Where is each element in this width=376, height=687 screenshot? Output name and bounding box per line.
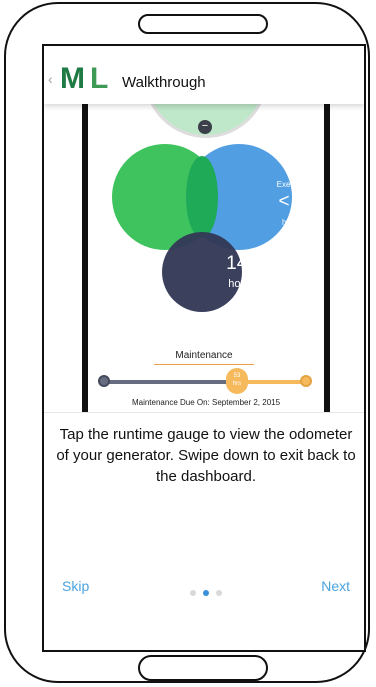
exercise-value: < 1	[278, 191, 306, 212]
page-title: Walkthrough	[122, 74, 206, 91]
track-end-icon	[300, 375, 312, 387]
logo-m: M	[60, 62, 85, 95]
marker-value: 53	[233, 373, 241, 379]
exercise-label: Exercise	[276, 180, 308, 189]
preview-screen: − Backup Power 147 hours Exercise < 1 ho…	[88, 104, 324, 412]
total-value: 147	[226, 253, 258, 274]
total-unit: hours	[228, 278, 256, 290]
maintenance-marker: 53 hrs	[226, 368, 248, 394]
walkthrough-preview: − Backup Power 147 hours Exercise < 1 ho…	[82, 104, 330, 412]
phone-speaker	[138, 14, 268, 34]
minus-icon: −	[198, 120, 212, 134]
page-dot-1[interactable]	[190, 590, 196, 596]
page-dot-2[interactable]	[203, 590, 209, 596]
total-hours-circle: 147 hours	[162, 232, 258, 312]
divider	[44, 412, 364, 413]
next-button[interactable]: Next	[321, 578, 350, 594]
exercise-unit: hours	[281, 218, 302, 227]
screen: ‹ M L Walkthrough − Backup Power 147 hou…	[42, 44, 366, 652]
marker-unit: hrs	[232, 381, 242, 387]
walkthrough-instructions: Tap the runtime gauge to view the odomet…	[56, 426, 356, 485]
app-bar: ‹ M L Walkthrough	[44, 46, 364, 104]
phone-frame: ‹ M L Walkthrough − Backup Power 147 hou…	[4, 2, 370, 683]
skip-button[interactable]: Skip	[62, 578, 89, 594]
track-start-icon	[98, 375, 110, 387]
page-indicator	[190, 590, 226, 598]
venn-overlap	[186, 156, 218, 238]
maintenance-label: Maintenance	[175, 350, 233, 361]
chevron-left-icon[interactable]: ‹	[48, 72, 53, 86]
maintenance-due-date: Maintenance Due On: September 2, 2015	[131, 398, 281, 407]
phone-home-button[interactable]	[138, 655, 268, 681]
maintenance-underline	[154, 364, 254, 365]
page-dot-3[interactable]	[216, 590, 222, 596]
logo-l: L	[90, 62, 109, 95]
